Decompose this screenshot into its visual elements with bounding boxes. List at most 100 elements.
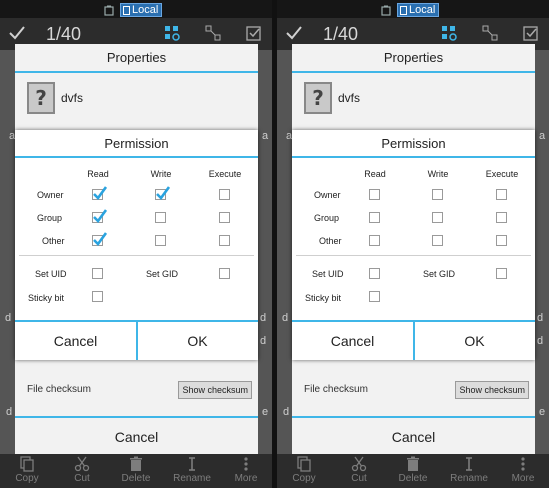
section-divider — [296, 255, 531, 256]
file-row: ? dvfs — [304, 82, 360, 114]
screenshot-icon — [104, 5, 114, 16]
owner-read-checkbox[interactable] — [369, 189, 380, 200]
select-all-icon[interactable] — [246, 25, 262, 41]
other-write-checkbox[interactable] — [155, 235, 166, 246]
set-gid-label: Set GID — [146, 269, 179, 279]
column-header-read: Read — [87, 169, 109, 179]
list-item-fragment: d — [6, 406, 13, 418]
row-label-other: Other — [42, 236, 65, 246]
set-gid-checkbox[interactable] — [496, 268, 507, 279]
delete-button[interactable]: Delete — [114, 456, 158, 484]
copy-button[interactable]: Copy — [5, 456, 49, 484]
scissors-icon — [351, 456, 367, 472]
storage-chip: Local — [120, 3, 163, 17]
check-icon[interactable] — [285, 24, 303, 42]
set-uid-label: Set UID — [312, 269, 344, 279]
file-name: dvfs — [338, 91, 361, 105]
screen-panel-left: Local 1/40 a a d d d e d Properties ? dv… — [0, 0, 272, 488]
file-icon-glyph: ? — [312, 86, 324, 110]
set-gid-label: Set GID — [423, 269, 456, 279]
checksum-row: File checksum Show checksum — [15, 379, 258, 401]
owner-write-checkbox[interactable] — [155, 186, 170, 200]
sticky-bit-label: Sticky bit — [305, 293, 342, 303]
rename-button[interactable]: Rename — [170, 456, 214, 484]
properties-cancel-button[interactable]: Cancel — [292, 416, 535, 456]
section-divider — [19, 255, 254, 256]
select-all-icon[interactable] — [523, 25, 539, 41]
more-icon — [521, 457, 525, 471]
other-read-checkbox[interactable] — [369, 235, 380, 246]
phone-icon — [400, 5, 407, 15]
list-item-fragment: a — [262, 130, 269, 142]
delete-label: Delete — [121, 473, 151, 484]
column-header-write: Write — [150, 169, 172, 179]
delete-button[interactable]: Delete — [391, 456, 435, 484]
select-range-icon[interactable] — [205, 25, 221, 41]
group-read-checkbox[interactable] — [369, 212, 380, 223]
set-gid-checkbox[interactable] — [219, 268, 230, 279]
check-icon[interactable] — [8, 24, 26, 42]
group-execute-checkbox[interactable] — [496, 212, 507, 223]
permission-ok-button[interactable]: OK — [414, 322, 535, 360]
row-label-other: Other — [319, 236, 342, 246]
cut-button[interactable]: Cut — [60, 456, 104, 484]
copy-button[interactable]: Copy — [282, 456, 326, 484]
permission-cancel-button[interactable]: Cancel — [292, 322, 415, 360]
copy-label: Copy — [15, 473, 39, 484]
bottom-action-bar: Copy Cut Delete Rename More — [0, 454, 272, 488]
show-checksum-button[interactable]: Show checksum — [178, 381, 252, 399]
file-row: ? dvfs — [27, 82, 83, 114]
set-uid-checkbox[interactable] — [92, 268, 103, 279]
phone-icon — [123, 5, 130, 15]
rename-icon — [189, 457, 195, 471]
select-range-icon[interactable] — [482, 25, 498, 41]
group-write-checkbox[interactable] — [432, 212, 443, 223]
set-uid-label: Set UID — [35, 269, 67, 279]
owner-execute-checkbox[interactable] — [496, 189, 507, 200]
sticky-bit-checkbox[interactable] — [369, 291, 380, 302]
group-write-checkbox[interactable] — [155, 212, 166, 223]
status-bar: Local — [277, 0, 549, 18]
selection-count: 1/40 — [323, 24, 359, 44]
show-checksum-button[interactable]: Show checksum — [455, 381, 529, 399]
permission-ok-button[interactable]: OK — [137, 322, 258, 360]
column-header-read: Read — [364, 169, 386, 179]
group-read-checkbox[interactable] — [92, 209, 107, 223]
other-execute-checkbox[interactable] — [496, 235, 507, 246]
more-button[interactable]: More — [224, 456, 268, 484]
storage-label: Local — [132, 4, 159, 16]
column-header-execute: Execute — [485, 169, 519, 179]
permission-title: Permission — [292, 130, 535, 158]
list-item-fragment: d — [260, 312, 267, 324]
owner-write-checkbox[interactable] — [432, 189, 443, 200]
storage-chip: Local — [397, 3, 440, 17]
permission-cancel-button[interactable]: Cancel — [15, 322, 138, 360]
list-item-fragment: d — [260, 335, 267, 347]
select-grid-icon[interactable] — [164, 25, 180, 41]
other-read-checkbox[interactable] — [92, 232, 107, 246]
status-bar: Local — [0, 0, 272, 18]
checksum-label: File checksum — [304, 384, 368, 395]
properties-cancel-button[interactable]: Cancel — [15, 416, 258, 456]
owner-execute-checkbox[interactable] — [219, 189, 230, 200]
more-icon — [244, 457, 248, 471]
group-execute-checkbox[interactable] — [219, 212, 230, 223]
unknown-file-icon: ? — [27, 82, 55, 114]
screen-panel-right: Local 1/40 a a d d d e d Properties ? dv… — [277, 0, 549, 488]
set-uid-checkbox[interactable] — [369, 268, 380, 279]
row-label-owner: Owner — [37, 190, 64, 200]
more-button[interactable]: More — [501, 456, 545, 484]
cut-button[interactable]: Cut — [337, 456, 381, 484]
other-write-checkbox[interactable] — [432, 235, 443, 246]
rename-icon — [466, 457, 472, 471]
owner-read-checkbox[interactable] — [92, 186, 107, 200]
list-item-fragment: d — [283, 406, 290, 418]
other-execute-checkbox[interactable] — [219, 235, 230, 246]
sticky-bit-checkbox[interactable] — [92, 291, 103, 302]
unknown-file-icon: ? — [304, 82, 332, 114]
copy-icon — [20, 456, 34, 472]
properties-title: Properties — [15, 44, 258, 73]
select-grid-icon[interactable] — [441, 25, 457, 41]
cut-label: Cut — [74, 473, 90, 484]
rename-button[interactable]: Rename — [447, 456, 491, 484]
